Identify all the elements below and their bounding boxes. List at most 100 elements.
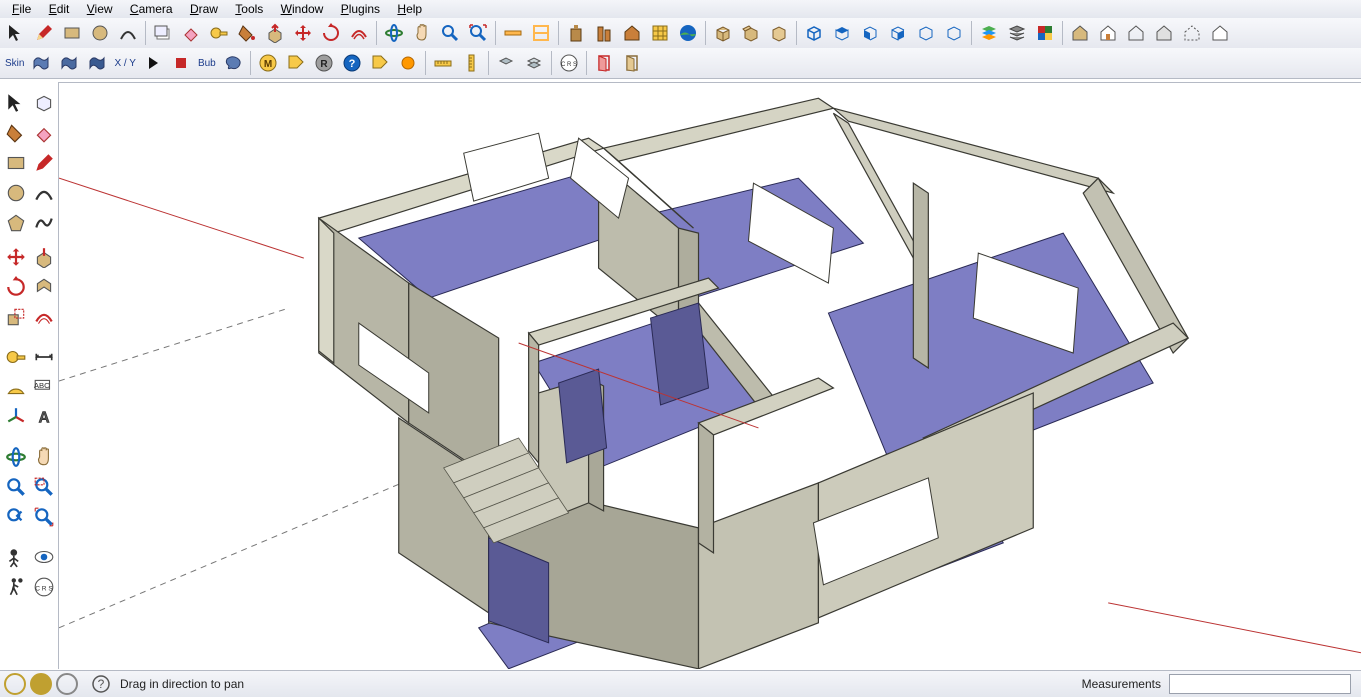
style-mono-icon[interactable] — [1151, 20, 1177, 46]
menu-window[interactable]: Window — [275, 0, 332, 18]
materials-icon[interactable] — [1032, 20, 1058, 46]
text-icon[interactable]: ABC — [30, 373, 58, 401]
skin-tool-1-icon[interactable] — [28, 50, 54, 76]
eraser-tool-icon[interactable] — [178, 20, 204, 46]
menu-plugins[interactable]: Plugins — [335, 0, 388, 18]
make-component-icon[interactable] — [150, 20, 176, 46]
menu-camera[interactable]: Camera — [124, 0, 181, 18]
section-display-icon[interactable] — [528, 20, 554, 46]
box-icon-1[interactable] — [710, 20, 736, 46]
move-icon[interactable] — [2, 243, 30, 271]
freehand-icon[interactable] — [30, 209, 58, 237]
status-circle-3-icon[interactable] — [56, 673, 78, 695]
ruler-h-icon[interactable] — [430, 50, 456, 76]
help-ball-icon[interactable]: ? — [339, 50, 365, 76]
crs-badge-icon[interactable]: C R S — [556, 50, 582, 76]
measurements-input[interactable] — [1169, 674, 1351, 694]
status-circle-1-icon[interactable] — [4, 673, 26, 695]
box-open-icon[interactable] — [738, 20, 764, 46]
bubble-icon[interactable] — [220, 50, 246, 76]
scale-icon[interactable] — [2, 303, 30, 331]
eraser-icon[interactable] — [30, 119, 58, 147]
section-plane-icon[interactable] — [500, 20, 526, 46]
select-tool-icon[interactable] — [3, 20, 29, 46]
view-top-icon[interactable] — [829, 20, 855, 46]
tape-measure-icon[interactable] — [206, 20, 232, 46]
m-ball-icon[interactable]: M — [255, 50, 281, 76]
pencil-tool-icon[interactable] — [31, 20, 57, 46]
zoom-tool-icon[interactable] — [437, 20, 463, 46]
menu-draw[interactable]: Draw — [184, 0, 226, 18]
building-icon-2[interactable] — [591, 20, 617, 46]
style-wire-icon[interactable] — [1123, 20, 1149, 46]
protractor-icon[interactable] — [2, 373, 30, 401]
look-around-icon[interactable] — [30, 543, 58, 571]
push-pull-icon[interactable] — [262, 20, 288, 46]
line-icon[interactable] — [30, 149, 58, 177]
google-earth-icon[interactable] — [675, 20, 701, 46]
r-ball-icon[interactable]: R — [311, 50, 337, 76]
orange-dot-icon[interactable] — [395, 50, 421, 76]
paint-icon[interactable] — [2, 119, 30, 147]
skin-tool-3-icon[interactable] — [84, 50, 110, 76]
pushpull-icon[interactable] — [30, 243, 58, 271]
skin-tool-2-icon[interactable] — [56, 50, 82, 76]
orbit-tool-icon[interactable] — [381, 20, 407, 46]
building-icon-3[interactable] — [619, 20, 645, 46]
section-icon[interactable]: C R S — [30, 573, 58, 601]
pan-icon[interactable] — [30, 443, 58, 471]
plane-1-icon[interactable] — [493, 50, 519, 76]
move-tool-icon[interactable] — [290, 20, 316, 46]
pan-tool-icon[interactable] — [409, 20, 435, 46]
component-icon[interactable] — [30, 89, 58, 117]
rotate-icon[interactable] — [2, 273, 30, 301]
zoom-window-icon[interactable] — [30, 473, 58, 501]
3dtext-icon[interactable]: A — [30, 403, 58, 431]
ruler-v-icon[interactable] — [458, 50, 484, 76]
arc-tool-icon[interactable] — [115, 20, 141, 46]
walk-icon[interactable] — [2, 573, 30, 601]
menu-file[interactable]: FFileile — [6, 0, 39, 18]
view-iso-icon[interactable] — [801, 20, 827, 46]
box-icon-2[interactable] — [766, 20, 792, 46]
tag-yellow-2-icon[interactable] — [367, 50, 393, 76]
view-right-icon[interactable] — [885, 20, 911, 46]
building-icon-1[interactable] — [563, 20, 589, 46]
tape-icon[interactable] — [2, 343, 30, 371]
menu-view[interactable]: View — [81, 0, 121, 18]
style-xray-icon[interactable] — [1179, 20, 1205, 46]
axes-icon[interactable] — [2, 403, 30, 431]
menu-edit[interactable]: Edit — [43, 0, 78, 18]
zoom-icon[interactable] — [2, 473, 30, 501]
style-hidden-icon[interactable] — [1095, 20, 1121, 46]
layers-stack-icon[interactable] — [1004, 20, 1030, 46]
view-left-icon[interactable] — [941, 20, 967, 46]
door-red-icon[interactable] — [591, 50, 617, 76]
position-camera-icon[interactable] — [2, 543, 30, 571]
view-back-icon[interactable] — [913, 20, 939, 46]
circle-tool-icon[interactable] — [87, 20, 113, 46]
rectangle-tool-icon[interactable] — [59, 20, 85, 46]
polygon-icon[interactable] — [2, 209, 30, 237]
menu-help[interactable]: Help — [391, 0, 430, 18]
door-tan-icon[interactable] — [619, 50, 645, 76]
followme-icon[interactable] — [30, 273, 58, 301]
circle-icon[interactable] — [2, 179, 30, 207]
tag-yellow-icon[interactable] — [283, 50, 309, 76]
zoom-ext-icon[interactable] — [30, 503, 58, 531]
zoom-extents-icon[interactable] — [465, 20, 491, 46]
menu-tools[interactable]: Tools — [229, 0, 271, 18]
status-circle-2-icon[interactable] — [30, 673, 52, 695]
view-front-icon[interactable] — [857, 20, 883, 46]
stop-icon[interactable] — [168, 50, 194, 76]
dimension-icon[interactable] — [30, 343, 58, 371]
modeling-viewport[interactable] — [58, 82, 1361, 669]
rectangle-icon[interactable] — [2, 149, 30, 177]
plane-2-icon[interactable] — [521, 50, 547, 76]
rotate-tool-icon[interactable] — [318, 20, 344, 46]
select-icon[interactable] — [2, 89, 30, 117]
style-shaded-icon[interactable] — [1067, 20, 1093, 46]
orbit-icon[interactable] — [2, 443, 30, 471]
paint-bucket-icon[interactable] — [234, 20, 260, 46]
zoom-prev-icon[interactable] — [2, 503, 30, 531]
